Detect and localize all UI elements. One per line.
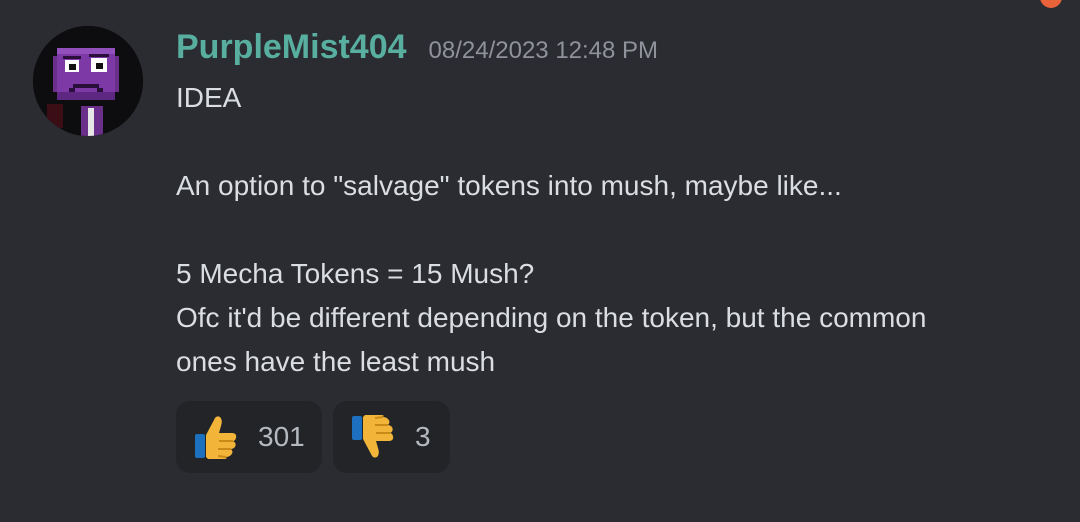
chat-message: PurpleMist404 08/24/2023 12:48 PM IDEA A… [0, 0, 1080, 522]
message-line: ones have the least mush [176, 346, 496, 377]
username[interactable]: PurpleMist404 [176, 28, 407, 67]
message-header: PurpleMist404 08/24/2023 12:48 PM [176, 28, 658, 67]
message-content: IDEA An option to "salvage" tokens into … [176, 76, 1046, 384]
reaction-bar: 301 3 [176, 401, 450, 473]
message-line: IDEA [176, 82, 242, 113]
timestamp[interactable]: 08/24/2023 12:48 PM [429, 37, 659, 65]
reaction-count: 301 [258, 421, 305, 452]
thumbs-up-icon [192, 413, 240, 461]
avatar[interactable] [33, 26, 143, 136]
message-line: Ofc it'd be different depending on the t… [176, 302, 927, 333]
reaction-thumbs-down-button[interactable]: 3 [333, 401, 450, 473]
notification-dot [1040, 0, 1062, 8]
reaction-thumbs-up-button[interactable]: 301 [176, 401, 322, 473]
reaction-count: 3 [415, 421, 431, 452]
message-line: 5 Mecha Tokens = 15 Mush? [176, 258, 535, 289]
purple-guy-avatar-icon [33, 26, 143, 136]
message-line: An option to "salvage" tokens into mush,… [176, 170, 842, 201]
thumbs-down-icon [349, 413, 397, 461]
